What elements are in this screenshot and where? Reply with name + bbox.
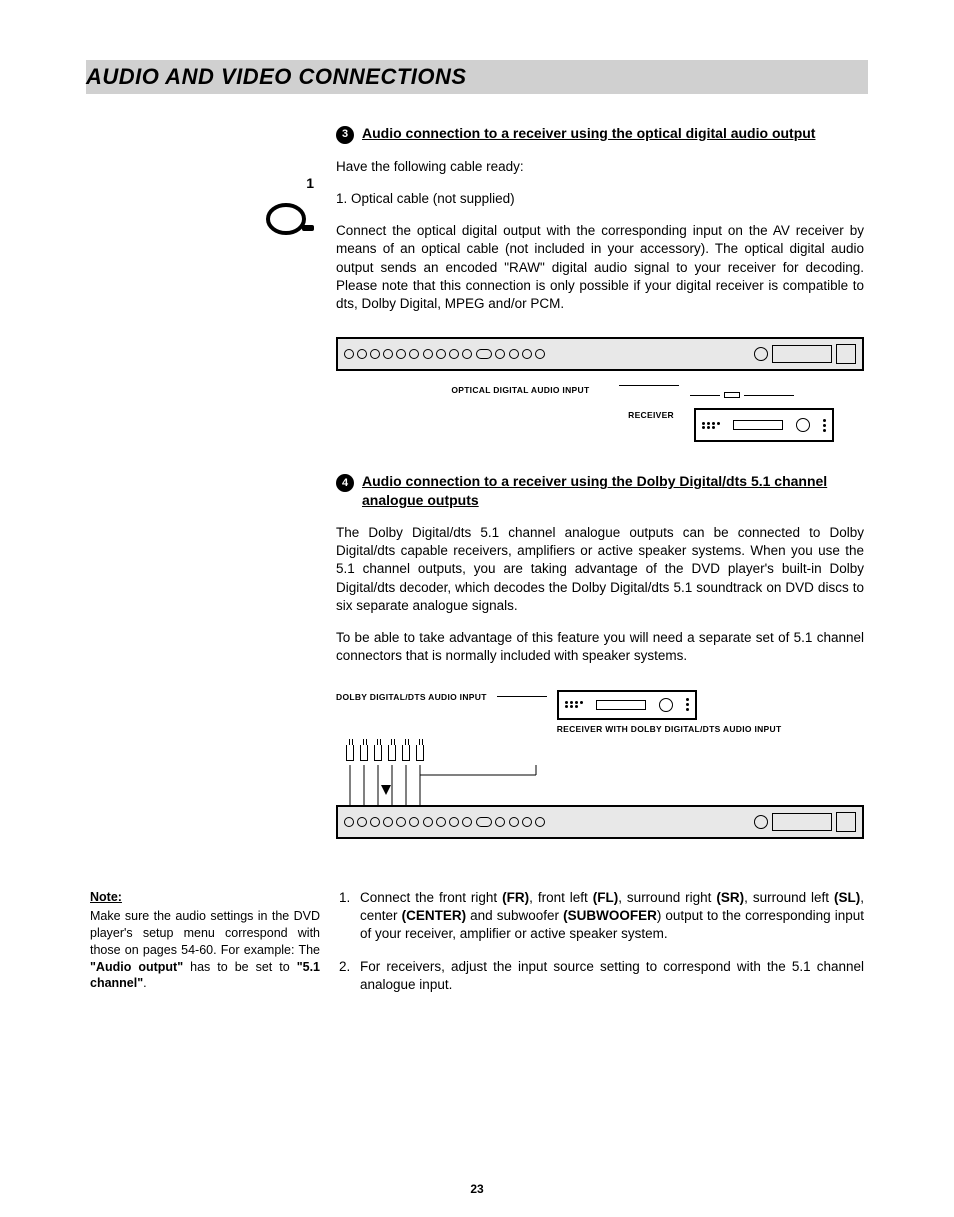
dolby-receiver-device-icon <box>557 690 697 720</box>
step-1: Connect the front right (FR), front left… <box>354 889 864 944</box>
section-3-body: Have the following cable ready: 1. Optic… <box>336 158 864 314</box>
bullet-number-3: 3 <box>336 126 354 144</box>
side-column: 1 <box>90 124 320 869</box>
rca-plugs-icon <box>346 745 424 761</box>
receiver-label: RECEIVER <box>628 410 674 421</box>
section-3-paragraph: Connect the optical digital output with … <box>336 222 864 313</box>
optical-input-label: OPTICAL DIGITAL AUDIO INPUT <box>336 385 589 396</box>
section-3-cable-item: 1. Optical cable (not supplied) <box>336 190 864 208</box>
section-4-diagram: DOLBY DIGITAL/DTS AUDIO INPUT RECEIVER W… <box>336 690 864 839</box>
dvd-rear-panel <box>336 337 864 371</box>
note-column: Note: Make sure the audio settings in th… <box>90 889 320 1008</box>
section-3-diagram: OPTICAL DIGITAL AUDIO INPUT RECEIVER <box>336 337 864 442</box>
receiver-device-icon <box>694 408 834 442</box>
cable-number-label: 1 <box>90 174 320 193</box>
page-header: AUDIO AND VIDEO CONNECTIONS <box>86 60 868 94</box>
note-title: Note: <box>90 889 320 906</box>
main-column: 3 Audio connection to a receiver using t… <box>336 124 864 869</box>
section-4-body: The Dolby Digital/dts 5.1 channel analog… <box>336 524 864 666</box>
optical-cable-icon <box>90 199 320 244</box>
steps-list: Connect the front right (FR), front left… <box>336 889 864 994</box>
steps-column: Connect the front right (FR), front left… <box>336 889 864 1008</box>
bottom-row: Note: Make sure the audio settings in th… <box>90 889 864 1008</box>
section-4-title: Audio connection to a receiver using the… <box>362 472 864 510</box>
step-2: For receivers, adjust the input source s… <box>354 958 864 994</box>
section-3-heading: 3 Audio connection to a receiver using t… <box>336 124 864 144</box>
bullet-number-4: 4 <box>336 474 354 492</box>
note-body: Make sure the audio settings in the DVD … <box>90 908 320 992</box>
dolby-input-label: DOLBY DIGITAL/DTS AUDIO INPUT <box>336 692 487 703</box>
section-3-intro: Have the following cable ready: <box>336 158 864 176</box>
dvd-rear-panel-2 <box>336 805 864 839</box>
dolby-receiver-label: RECEIVER WITH DOLBY DIGITAL/DTS AUDIO IN… <box>557 724 782 735</box>
page-title: AUDIO AND VIDEO CONNECTIONS <box>86 62 868 92</box>
section-4-p1: The Dolby Digital/dts 5.1 channel analog… <box>336 524 864 615</box>
section-3-title: Audio connection to a receiver using the… <box>362 124 815 143</box>
section-4-heading: 4 Audio connection to a receiver using t… <box>336 472 864 510</box>
section-3: 1 3 Audio connection to a receiver using… <box>90 124 864 869</box>
page-number: 23 <box>470 1181 483 1197</box>
section-4-p2: To be able to take advantage of this fea… <box>336 629 864 665</box>
